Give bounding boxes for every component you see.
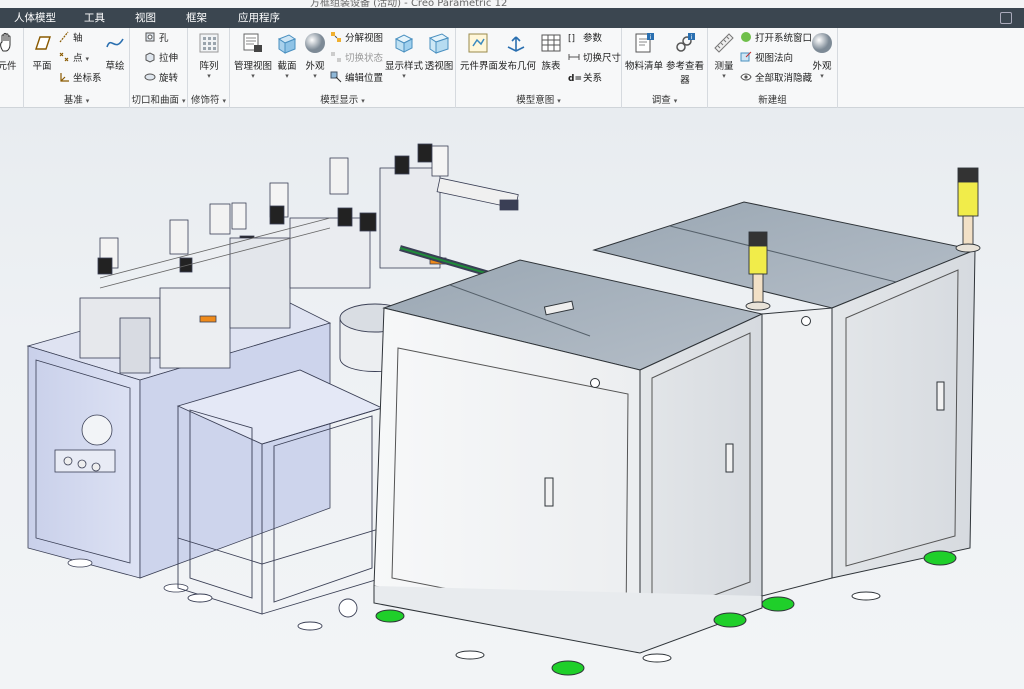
relations-button[interactable]: d=关系 (568, 70, 602, 88)
bill-of-materials-button[interactable]: i 物料清单 (624, 31, 664, 72)
sketch-button[interactable]: 草绘 (102, 31, 128, 72)
open-system-window-button[interactable]: 打开系统窗口 (740, 30, 812, 48)
pattern-button[interactable]: 阵列 ▾ (195, 31, 223, 80)
parameters-button[interactable]: [] 参数 (568, 30, 602, 48)
ribbon-minimize-icon[interactable] (1000, 12, 1012, 24)
tab-tools[interactable]: 工具 (84, 8, 105, 28)
pattern-icon (199, 33, 219, 53)
assembly-model[interactable] (0, 108, 1024, 689)
explode-view-icon (331, 32, 341, 42)
tab-human-model[interactable]: 人体模型 (14, 8, 56, 28)
edit-position-button[interactable]: 编辑位置 (330, 70, 383, 88)
group-investigate: i 物料清单 i 参考查看器 调查 ▾ (622, 28, 708, 108)
signal-tower-light (745, 231, 771, 311)
section-button[interactable]: 截面 ▾ (273, 31, 301, 80)
ribbon-tab-bar: 人体模型 工具 视图 框架 应用程序 (0, 8, 1024, 28)
csys-icon (60, 73, 69, 82)
unhide-icon (740, 73, 752, 81)
display-style-cube-icon (394, 34, 414, 53)
publish-geometry-button[interactable]: 发布几何 (498, 31, 536, 72)
group-component: 元件 (0, 28, 24, 108)
view-normal-icon (740, 51, 752, 62)
tab-applications[interactable]: 应用程序 (238, 8, 280, 28)
group-model-intent: 元件界面 发布几何 族表 [] 参数 切换尺寸 d=关系 模型意图 ▾ (456, 28, 622, 108)
window-title: 方框组装设备 (活动) - Creo Parametric 12 (310, 0, 508, 8)
measure-button[interactable]: 测量 ▾ (710, 31, 738, 80)
title-bar: 方框组装设备 (活动) - Creo Parametric 12 (0, 0, 1024, 8)
publish-geometry-icon (507, 36, 525, 52)
section-icon (277, 34, 297, 54)
appearance-sphere-icon (305, 33, 325, 53)
group-model-display-label[interactable]: 模型显示 ▾ (230, 92, 455, 106)
appearance-sphere-icon (812, 33, 832, 53)
hole-button[interactable]: 孔 (144, 30, 169, 48)
manage-views-icon (243, 33, 262, 52)
component-interface-icon (468, 33, 488, 53)
display-style-button[interactable]: 显示样式 ▾ (384, 31, 424, 80)
ruler-icon (714, 33, 734, 53)
point-button[interactable]: 点 ▾ (58, 50, 89, 68)
front-electrical-cabinet (373, 259, 764, 676)
csys-button[interactable]: 坐标系 (58, 70, 102, 88)
tab-frame[interactable]: 框架 (186, 8, 207, 28)
ribbon: 元件 平面 轴 点 ▾ 坐标系 草绘 基准 ▾ 孔 拉伸 旋转 切口和曲面 ▾ … (0, 28, 1024, 108)
manage-views-button[interactable]: 管理视图 ▾ (233, 31, 273, 80)
graphics-viewport[interactable] (0, 108, 1024, 689)
perspective-icon (428, 33, 450, 54)
group-modifier-label[interactable]: 修饰符 ▾ (188, 92, 229, 106)
group-investigate-label[interactable]: 调查 ▾ (622, 92, 707, 106)
appearance-button[interactable]: 外观 ▾ (301, 31, 329, 80)
signal-tower-light (955, 167, 981, 253)
group-modifier: 阵列 ▾ 修饰符 ▾ (188, 28, 230, 108)
sketch-icon (106, 38, 124, 48)
family-table-button[interactable]: 族表 (536, 31, 566, 72)
switch-dimensions-button[interactable]: 切换尺寸 (568, 50, 621, 68)
group-cut-surface-label[interactable]: 切口和曲面 ▾ (130, 92, 187, 106)
reference-viewer-icon: i (676, 33, 695, 52)
unhide-all-button[interactable]: 全部取消隐藏 (740, 70, 812, 88)
plane-button[interactable]: 平面 (28, 31, 56, 72)
point-icon (59, 52, 69, 62)
family-table-icon (541, 34, 561, 52)
explode-view-button[interactable]: 分解视图 (330, 30, 383, 48)
view-normal-button[interactable]: 视图法向 (740, 50, 793, 68)
system-window-icon (741, 32, 751, 42)
group-datum: 平面 轴 点 ▾ 坐标系 草绘 基准 ▾ (24, 28, 130, 108)
extrude-button[interactable]: 拉伸 (144, 50, 178, 68)
toggle-status-button[interactable]: 切换状态 (330, 50, 383, 68)
bill-of-materials-icon: i (635, 33, 654, 53)
group-cut-surface: 孔 拉伸 旋转 切口和曲面 ▾ (130, 28, 188, 108)
hand-icon (0, 32, 11, 52)
hole-icon (145, 32, 155, 42)
braces-icon: [] (568, 34, 576, 44)
component-button[interactable]: 元件 (0, 31, 22, 72)
edit-position-icon (330, 71, 342, 83)
axis-button[interactable]: 轴 (58, 30, 83, 48)
toggle-status-icon (331, 52, 341, 62)
appearance2-button[interactable]: 外观 ▾ (808, 31, 836, 80)
relations-icon: d= (568, 74, 582, 84)
revolve-icon (144, 73, 156, 81)
switch-dimensions-icon (568, 54, 580, 60)
plane-icon (35, 36, 51, 50)
axis-icon (59, 31, 69, 43)
revolve-button[interactable]: 旋转 (144, 70, 178, 88)
component-interface-button[interactable]: 元件界面 (460, 31, 498, 72)
perspective-button[interactable]: 透视图 (424, 31, 454, 72)
group-model-intent-label[interactable]: 模型意图 ▾ (456, 92, 621, 106)
group-datum-label[interactable]: 基准 ▾ (24, 92, 129, 106)
tab-view[interactable]: 视图 (135, 8, 156, 28)
reference-viewer-button[interactable]: i 参考查看器 (664, 31, 706, 86)
extrude-icon (145, 52, 155, 63)
group-new: 测量 ▾ 打开系统窗口 视图法向 全部取消隐藏 外观 ▾ 新建组 (708, 28, 838, 108)
group-new-label[interactable]: 新建组 (708, 92, 837, 106)
group-model-display: 管理视图 ▾ 截面 ▾ 外观 ▾ 分解视图 切换状态 编辑位置 显示样式 ▾ 透… (230, 28, 456, 108)
